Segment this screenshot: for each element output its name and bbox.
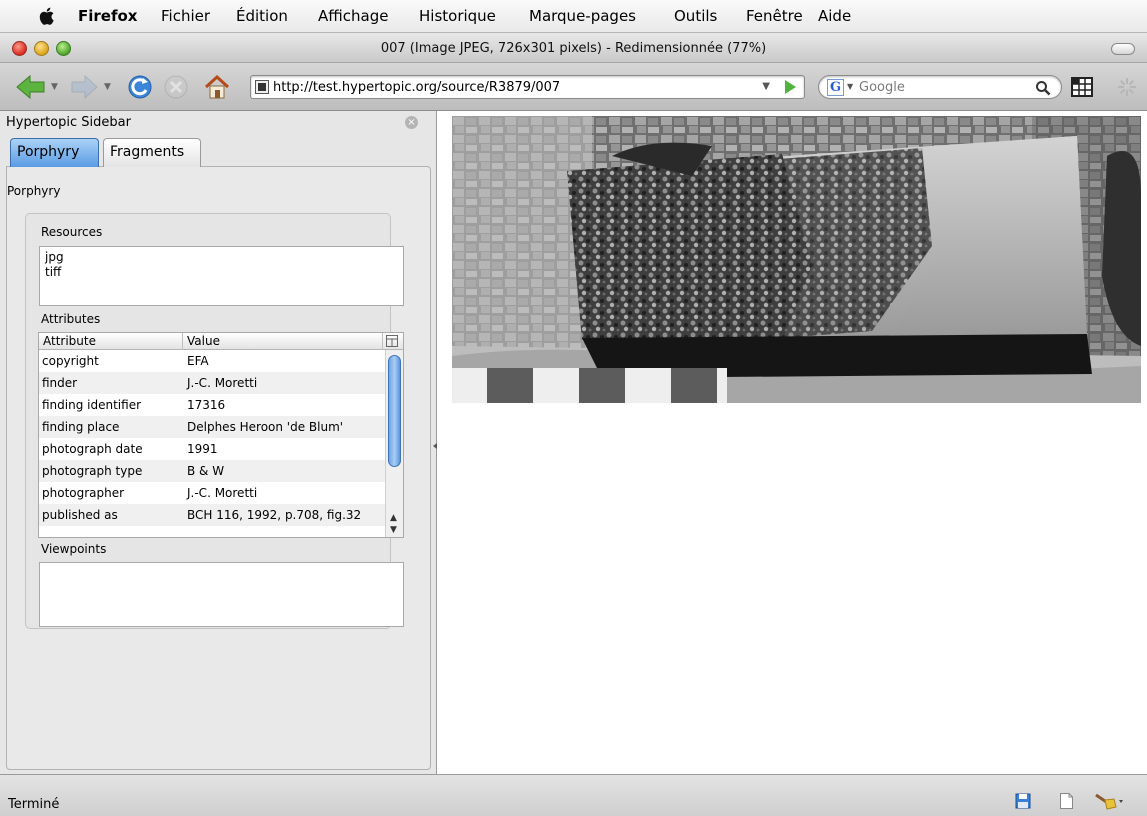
- menu-fenetre[interactable]: Fenêtre: [746, 7, 803, 25]
- status-bar: Terminé: [0, 774, 1147, 816]
- attribute-cell: photograph date: [42, 442, 143, 456]
- menu-historique[interactable]: Historique: [419, 7, 496, 25]
- toolbar-toggle-button[interactable]: [1111, 43, 1135, 55]
- search-engine-icon[interactable]: G: [827, 79, 844, 96]
- attribute-cell: finding place: [42, 420, 120, 434]
- table-row[interactable]: copyright EFA: [39, 350, 385, 372]
- table-row[interactable]: finder J.-C. Moretti: [39, 372, 385, 394]
- attributes-table-header: Attribute Value: [39, 333, 403, 350]
- search-bar[interactable]: G ▼ Google: [818, 75, 1062, 99]
- home-icon[interactable]: [202, 73, 232, 101]
- value-cell: 1991: [187, 442, 218, 456]
- menu-firefox[interactable]: Firefox: [78, 7, 137, 25]
- table-row[interactable]: photographer J.-C. Moretti: [39, 482, 385, 504]
- close-sidebar-icon[interactable]: ×: [405, 116, 418, 129]
- stop-icon[interactable]: [162, 73, 190, 101]
- attribute-cell: copyright: [42, 354, 99, 368]
- resources-list[interactable]: jpg tiff: [39, 246, 404, 306]
- hypertopic-sidebar: Hypertopic Sidebar × Porphyry Resources …: [0, 111, 437, 774]
- floppy-disk-icon[interactable]: [1015, 793, 1031, 809]
- column-picker-icon[interactable]: [386, 335, 398, 347]
- stone-block-photo: [452, 116, 1141, 403]
- column-header-attribute[interactable]: Attribute: [43, 334, 96, 348]
- panel-title: Porphyry: [7, 184, 61, 198]
- url-history-dropdown-icon[interactable]: ▼: [762, 81, 770, 92]
- porphyry-groupbox: Resources jpg tiff Attributes Attribute …: [25, 213, 404, 629]
- status-text: Terminé: [8, 797, 60, 812]
- attribute-cell: photograph type: [42, 464, 143, 478]
- back-arrow-icon[interactable]: [14, 73, 48, 101]
- attribute-cell: photographer: [42, 486, 125, 500]
- value-cell: 17316: [187, 398, 226, 412]
- url-text: http://test.hypertopic.org/source/R3879/…: [273, 80, 561, 95]
- go-arrow-icon[interactable]: [785, 80, 796, 94]
- table-row[interactable]: finding place Delphes Heroon 'de Blum': [39, 416, 385, 438]
- value-cell: J.-C. Moretti: [187, 376, 258, 390]
- sidebar-title: Hypertopic Sidebar: [6, 115, 131, 130]
- forward-history-dropdown-icon[interactable]: ▼: [104, 82, 111, 92]
- activity-throbber-icon: [1118, 78, 1136, 96]
- magnifier-icon[interactable]: [1035, 80, 1051, 96]
- value-cell: EFA: [187, 354, 209, 368]
- menu-fichier[interactable]: Fichier: [161, 7, 210, 25]
- tab-porphyry[interactable]: Porphyry: [10, 138, 99, 167]
- grid-icon[interactable]: [1071, 77, 1093, 97]
- navigation-toolbar: ▼ ▼ http://test.hypertopic.org/source/R3…: [0, 63, 1147, 111]
- viewpoints-label: Viewpoints: [41, 542, 107, 556]
- value-cell: Delphes Heroon 'de Blum': [187, 420, 344, 434]
- attributes-label: Attributes: [41, 312, 101, 326]
- page-icon[interactable]: [1060, 793, 1073, 809]
- table-row[interactable]: finding identifier 17316: [39, 394, 385, 416]
- value-cell: J.-C. Moretti: [187, 486, 258, 500]
- table-row[interactable]: photograph type B & W: [39, 460, 385, 482]
- forward-arrow-icon[interactable]: [70, 73, 100, 101]
- menu-bar: Firefox Fichier Édition Affichage Histor…: [0, 0, 1147, 33]
- tab-panel-porphyry: Porphyry Resources jpg tiff Attributes A…: [6, 166, 431, 770]
- table-row-partial[interactable]: [39, 526, 385, 537]
- menu-affichage[interactable]: Affichage: [318, 7, 388, 25]
- apple-logo-icon[interactable]: [36, 5, 58, 27]
- sidebar-splitter-grip[interactable]: [433, 443, 437, 449]
- site-favicon-icon: [255, 80, 269, 94]
- resources-label: Resources: [41, 225, 103, 239]
- scroll-down-arrow-icon[interactable]: ▼: [390, 525, 397, 535]
- table-row[interactable]: published as BCH 116, 1992, p.708, fig.3…: [39, 504, 385, 526]
- table-row[interactable]: photograph date 1991: [39, 438, 385, 460]
- back-history-dropdown-icon[interactable]: ▼: [51, 82, 58, 92]
- menu-outils[interactable]: Outils: [674, 7, 717, 25]
- column-divider: [182, 333, 183, 350]
- menu-marque-pages[interactable]: Marque-pages: [529, 7, 636, 25]
- scroll-up-arrow-icon[interactable]: ▲: [390, 513, 397, 523]
- resource-item[interactable]: tiff: [45, 265, 61, 279]
- content-photo: [452, 116, 1141, 403]
- column-header-value[interactable]: Value: [187, 334, 220, 348]
- menu-aide[interactable]: Aide: [818, 7, 851, 25]
- viewpoints-list[interactable]: [39, 562, 404, 627]
- value-cell: BCH 116, 1992, p.708, fig.32: [187, 508, 362, 522]
- window-title: 007 (Image JPEG, 726x301 pixels) - Redim…: [380, 41, 767, 56]
- resource-item[interactable]: jpg: [45, 250, 64, 264]
- attributes-scrollbar[interactable]: ▲ ▼: [385, 350, 403, 537]
- window-title-bar: 007 (Image JPEG, 726x301 pixels) - Redim…: [0, 33, 1147, 63]
- tab-fragments[interactable]: Fragments: [103, 138, 201, 167]
- attribute-cell: finding identifier: [42, 398, 142, 412]
- attributes-table[interactable]: Attribute Value copyright EFA finder J.-…: [38, 332, 404, 538]
- column-divider: [382, 333, 383, 350]
- reload-icon[interactable]: [125, 73, 155, 101]
- menu-edition[interactable]: Édition: [236, 7, 288, 25]
- url-bar[interactable]: http://test.hypertopic.org/source/R3879/…: [250, 75, 805, 99]
- attribute-cell: finder: [42, 376, 78, 390]
- value-cell: B & W: [187, 464, 225, 478]
- attribute-cell: published as: [42, 508, 118, 522]
- search-placeholder: Google: [859, 80, 905, 95]
- search-engine-dropdown-icon[interactable]: ▼: [847, 82, 853, 91]
- broom-icon[interactable]: [1094, 791, 1124, 811]
- scrollbar-thumb[interactable]: [388, 355, 401, 467]
